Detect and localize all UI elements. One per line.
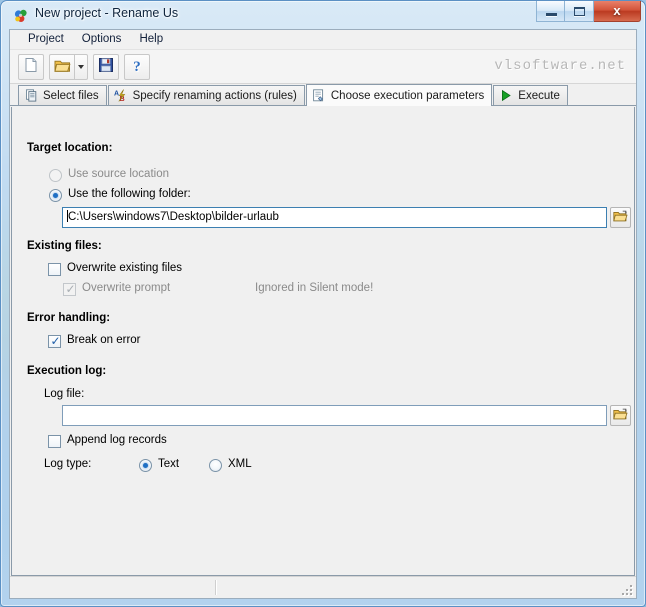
status-bar	[10, 576, 636, 598]
open-folder-icon	[613, 408, 628, 424]
new-project-button[interactable]	[18, 53, 44, 80]
radio-log-type-xml-label: XML	[228, 458, 252, 470]
execution-parameters-panel: Target location: Use source location Use…	[10, 107, 636, 576]
svg-text:A: A	[114, 90, 119, 97]
maximize-icon	[574, 7, 585, 16]
tab-select-files[interactable]: Select files	[18, 85, 107, 105]
radio-log-type-text-label: Text	[158, 458, 180, 470]
close-icon: x	[613, 2, 621, 18]
minimize-icon	[546, 13, 557, 16]
menu-help[interactable]: Help	[130, 31, 172, 48]
panel-inner: Target location: Use source location Use…	[11, 107, 635, 576]
client-area: Project Options Help ? vlsoftware.net Se…	[9, 29, 637, 599]
help-button[interactable]: ?	[124, 53, 150, 80]
radio-use-following-folder-label: Use the following folder:	[68, 188, 191, 200]
open-project-group	[49, 53, 88, 80]
menu-bar: Project Options Help	[10, 30, 636, 50]
browse-log-file-button[interactable]	[610, 405, 631, 426]
tab-label: Execute	[518, 89, 560, 102]
radio-selected-dot	[143, 463, 148, 468]
execution-log-heading: Execution log:	[27, 365, 107, 377]
ab-rules-icon: A B	[114, 89, 128, 103]
close-button[interactable]: x	[594, 1, 641, 22]
checkbox-break-on-error[interactable]: ✓	[48, 335, 61, 348]
radio-use-following-folder[interactable]	[49, 189, 62, 202]
status-right-panel	[220, 579, 616, 596]
browse-target-folder-button[interactable]	[610, 207, 631, 228]
target-folder-input[interactable]: C:\Users\windows7\Desktop\bilder-urlaub	[62, 207, 607, 228]
error-handling-heading: Error handling:	[27, 312, 111, 324]
checkbox-append-log-records[interactable]	[48, 435, 61, 448]
silent-mode-note: Ignored in Silent mode!	[255, 282, 374, 294]
new-document-icon	[23, 57, 39, 76]
radio-use-source-location-label: Use source location	[68, 168, 169, 180]
tab-specify-rules[interactable]: A B Specify renaming actions (rules)	[107, 85, 305, 105]
open-project-dropdown[interactable]	[75, 53, 88, 80]
resize-grip[interactable]	[621, 584, 634, 597]
checkbox-overwrite-existing-files[interactable]	[48, 263, 61, 276]
log-file-label: Log file:	[44, 388, 85, 400]
play-icon	[499, 89, 513, 103]
menu-options[interactable]: Options	[73, 31, 131, 48]
chevron-down-icon	[78, 64, 84, 69]
maximize-button[interactable]	[565, 1, 594, 22]
target-location-heading: Target location:	[27, 142, 113, 154]
menu-project[interactable]: Project	[19, 31, 73, 48]
radio-log-type-xml[interactable]	[209, 459, 222, 472]
radio-log-type-text[interactable]	[139, 459, 152, 472]
status-left-panel	[13, 579, 213, 596]
toolbar: ? vlsoftware.net	[10, 50, 636, 84]
status-divider	[215, 580, 217, 595]
open-folder-icon	[613, 210, 628, 226]
checkbox-overwrite-existing-files-label: Overwrite existing files	[67, 262, 183, 274]
log-file-input[interactable]	[62, 405, 607, 426]
tab-label: Select files	[43, 89, 99, 102]
checkbox-overwrite-prompt-label: Overwrite prompt	[82, 282, 171, 294]
tab-strip: Select files A B Specify renaming action…	[10, 84, 636, 106]
window-controls: x	[536, 1, 641, 22]
checkmark-icon: ✓	[50, 334, 61, 348]
app-icon	[13, 8, 29, 24]
files-icon	[24, 89, 38, 103]
question-mark-icon: ?	[133, 58, 141, 75]
vendor-watermark: vlsoftware.net	[494, 58, 626, 74]
target-folder-value: C:\Users\windows7\Desktop\bilder-urlaub	[68, 211, 279, 223]
radio-use-source-location[interactable]	[49, 169, 62, 182]
tab-choose-execution-parameters[interactable]: Choose execution parameters	[305, 84, 493, 106]
tab-label: Choose execution parameters	[330, 89, 485, 102]
radio-selected-dot	[53, 193, 58, 198]
parameters-icon	[312, 89, 326, 103]
save-project-button[interactable]	[93, 53, 119, 80]
checkbox-break-on-error-label: Break on error	[67, 334, 141, 346]
tab-execute[interactable]: Execute	[493, 85, 568, 105]
floppy-disk-icon	[98, 57, 114, 76]
checkbox-overwrite-prompt[interactable]: ✓	[63, 283, 76, 296]
title-bar: New project - Rename Us x	[9, 1, 641, 29]
open-project-button[interactable]	[49, 53, 75, 80]
log-type-label: Log type:	[44, 458, 92, 470]
minimize-button[interactable]	[536, 1, 565, 22]
window-title: New project - Rename Us	[35, 6, 179, 20]
tab-label: Specify renaming actions (rules)	[132, 89, 297, 102]
application-window: New project - Rename Us x Project Option…	[0, 0, 646, 607]
existing-files-heading: Existing files:	[27, 240, 102, 252]
open-folder-icon	[53, 58, 71, 76]
checkmark-icon: ✓	[65, 282, 76, 296]
checkbox-append-log-records-label: Append log records	[67, 434, 167, 446]
